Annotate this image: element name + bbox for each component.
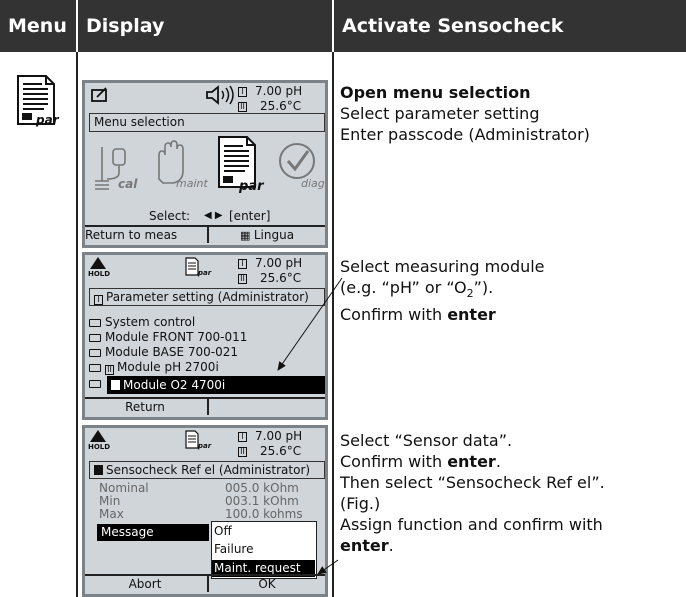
step-line-o2: (e.g. “pH” or “O2”). [340, 277, 680, 304]
step-line: Then select “Sensocheck Ref el”. [340, 473, 605, 492]
step-keyword: enter [340, 536, 389, 555]
step-line: Select “Sensor data”. [340, 431, 513, 450]
step-heading: Open menu selection [340, 83, 531, 102]
step-text: (e.g. “pH” or “O [340, 278, 467, 297]
subscript: 2 [466, 287, 474, 301]
step-line: Enter passcode (Administrator) [340, 125, 590, 144]
step-text: Confirm with [340, 305, 448, 325]
action-step-2: Select measuring module (e.g. “pH” or “O… [340, 256, 680, 325]
step-line: Select parameter setting [340, 104, 540, 123]
action-step-1: Open menu selection Select parameter set… [340, 82, 680, 145]
step-keyword: enter [447, 452, 496, 471]
step-line: Assign function and confirm with [340, 515, 603, 534]
step-text: . [388, 536, 394, 555]
step-line-confirm: Confirm with enter [340, 304, 680, 325]
step-line: (Fig.) [340, 494, 381, 513]
action-step-3: Select “Sensor data”. Confirm with enter… [340, 430, 680, 556]
step-line-confirm: enter. [340, 535, 680, 556]
step-text: ”). [473, 278, 494, 297]
step-keyword: enter [447, 305, 496, 325]
step-line-confirm: Confirm with enter. [340, 451, 680, 472]
step-text: Confirm with [340, 452, 448, 471]
step-text: . [495, 452, 501, 471]
step-line: Select measuring module [340, 257, 545, 276]
